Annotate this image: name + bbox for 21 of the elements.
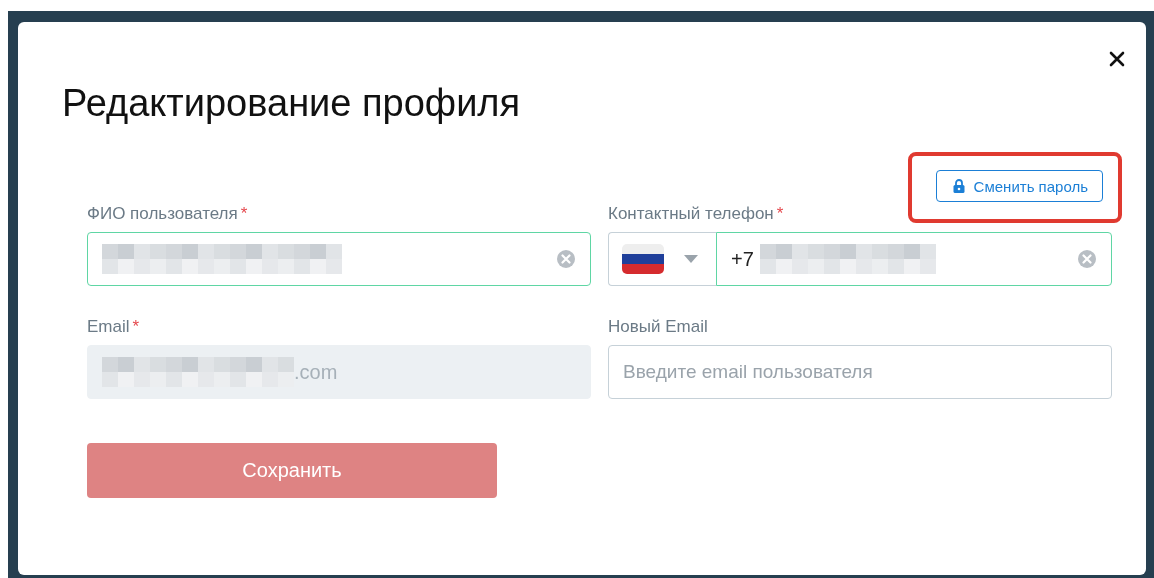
email-field[interactable]: Введите email пользователя xyxy=(608,345,1112,399)
field-label: Новый Email xyxy=(608,317,708,338)
caret-icon xyxy=(684,255,698,263)
lock-icon xyxy=(952,179,965,193)
required-mark: * xyxy=(132,317,140,338)
field-label: Email xyxy=(87,317,130,338)
close-icon[interactable] xyxy=(1108,50,1126,68)
field-label: ФИО пользователя xyxy=(87,204,238,225)
phone-field[interactable]: +7 xyxy=(716,232,1112,286)
flag-icon xyxy=(622,244,664,274)
field-label: Контактный телефон xyxy=(608,204,774,225)
required-mark: * xyxy=(240,204,248,225)
field-value: .com xyxy=(294,360,338,384)
country-select[interactable] xyxy=(608,232,716,286)
dialog-title: Редактирование профиля xyxy=(62,82,521,125)
required-mark: * xyxy=(776,204,784,225)
text-field[interactable] xyxy=(87,232,591,286)
clear-icon[interactable] xyxy=(1077,249,1097,269)
clear-icon[interactable] xyxy=(556,249,576,269)
phone-prefix: +7 xyxy=(731,247,754,271)
change-password-button[interactable]: Сменить пароль xyxy=(935,170,1103,202)
